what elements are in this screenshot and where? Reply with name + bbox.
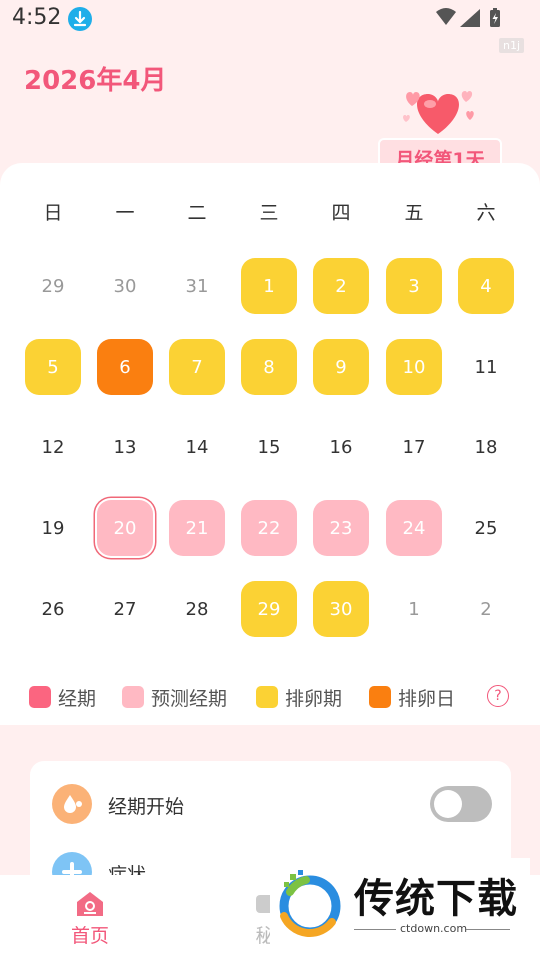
weekday-label: 二	[187, 202, 207, 224]
period-start-label: 经期开始	[108, 796, 185, 818]
calendar-day[interactable]: 15	[241, 419, 297, 475]
legend-item: 排卵日	[369, 684, 455, 710]
calendar-day[interactable]: 12	[25, 419, 81, 475]
calendar-day[interactable]: 18	[458, 419, 514, 475]
calendar-day[interactable]: 25	[458, 500, 514, 556]
calendar-day[interactable]: 1	[241, 258, 297, 314]
calendar-day[interactable]: 21	[169, 500, 225, 556]
signal-icon	[460, 9, 480, 27]
watermark-rule	[354, 929, 396, 930]
calendar-day[interactable]: 23	[313, 500, 369, 556]
calendar-day[interactable]: 10	[386, 339, 442, 395]
calendar-day[interactable]: 20	[97, 500, 153, 556]
weekday-label: 四	[331, 202, 351, 224]
calendar-day[interactable]: 1	[386, 581, 442, 637]
calendar-day[interactable]: 28	[169, 581, 225, 637]
legend-item: 排卵期	[256, 684, 342, 710]
site-watermark: 传统下载 ctdown.com	[270, 858, 530, 948]
calendar-day[interactable]: 2	[313, 258, 369, 314]
period-start-row[interactable]: 经期开始	[52, 784, 492, 824]
legend-swatch	[369, 686, 391, 708]
help-icon[interactable]: ?	[487, 685, 509, 707]
weekday-label: 日	[43, 202, 63, 224]
hearts-icon	[398, 84, 478, 140]
calendar-day[interactable]: 8	[241, 339, 297, 395]
calendar-day[interactable]: 7	[169, 339, 225, 395]
legend-label: 预测经期	[151, 687, 228, 710]
calendar-day[interactable]: 27	[97, 581, 153, 637]
download-icon	[68, 7, 92, 31]
calendar-day[interactable]: 30	[97, 258, 153, 314]
calendar-day[interactable]: 16	[313, 419, 369, 475]
calendar-day[interactable]: 14	[169, 419, 225, 475]
weekday-label: 三	[259, 202, 279, 224]
home-icon	[75, 889, 105, 919]
watermark-url: ctdown.com	[400, 922, 468, 935]
calendar-day[interactable]: 9	[313, 339, 369, 395]
droplet-icon	[52, 784, 92, 824]
status-time: 4:52	[12, 5, 62, 30]
status-bar: 4:52	[0, 0, 540, 36]
watermark-rule	[466, 929, 510, 930]
toggle-knob	[434, 790, 462, 818]
calendar-day[interactable]: 24	[386, 500, 442, 556]
nav-home-label: 首页	[70, 925, 109, 947]
corner-tag: n1j	[498, 38, 524, 53]
legend-item: 预测经期	[122, 684, 227, 710]
wifi-icon	[436, 8, 456, 25]
legend-item: 经期	[29, 684, 96, 710]
weekday-label: 一	[115, 202, 135, 224]
nav-home[interactable]: 首页	[55, 889, 125, 948]
legend: 经期 预测经期 排卵期 排卵日	[0, 684, 540, 710]
month-title[interactable]: 2026年4月	[24, 60, 166, 97]
calendar-day[interactable]: 4	[458, 258, 514, 314]
calendar-day[interactable]: 29	[25, 258, 81, 314]
legend-label: 排卵日	[398, 687, 456, 710]
weekday-label: 五	[404, 202, 424, 224]
calendar-day[interactable]: 30	[313, 581, 369, 637]
period-start-toggle[interactable]	[430, 786, 492, 822]
weekday-label: 六	[476, 202, 496, 224]
watermark-logo	[270, 866, 346, 942]
calendar-day[interactable]: 17	[386, 419, 442, 475]
calendar-day[interactable]: 5	[25, 339, 81, 395]
legend-label: 排卵期	[285, 687, 343, 710]
calendar-day[interactable]: 31	[169, 258, 225, 314]
calendar-day[interactable]: 22	[241, 500, 297, 556]
calendar-day[interactable]: 29	[241, 581, 297, 637]
legend-swatch	[29, 686, 51, 708]
legend-label: 经期	[58, 687, 97, 710]
watermark-text: 传统下载	[354, 876, 518, 922]
battery-icon	[490, 8, 500, 27]
legend-swatch	[122, 686, 144, 708]
status-icons	[434, 7, 502, 29]
calendar-day[interactable]: 3	[386, 258, 442, 314]
calendar-day[interactable]: 13	[97, 419, 153, 475]
calendar-day[interactable]: 2	[458, 581, 514, 637]
calendar-day[interactable]: 6	[97, 339, 153, 395]
calendar-day[interactable]: 19	[25, 500, 81, 556]
calendar-day[interactable]: 26	[25, 581, 81, 637]
calendar-day[interactable]: 11	[458, 339, 514, 395]
legend-swatch	[256, 686, 278, 708]
